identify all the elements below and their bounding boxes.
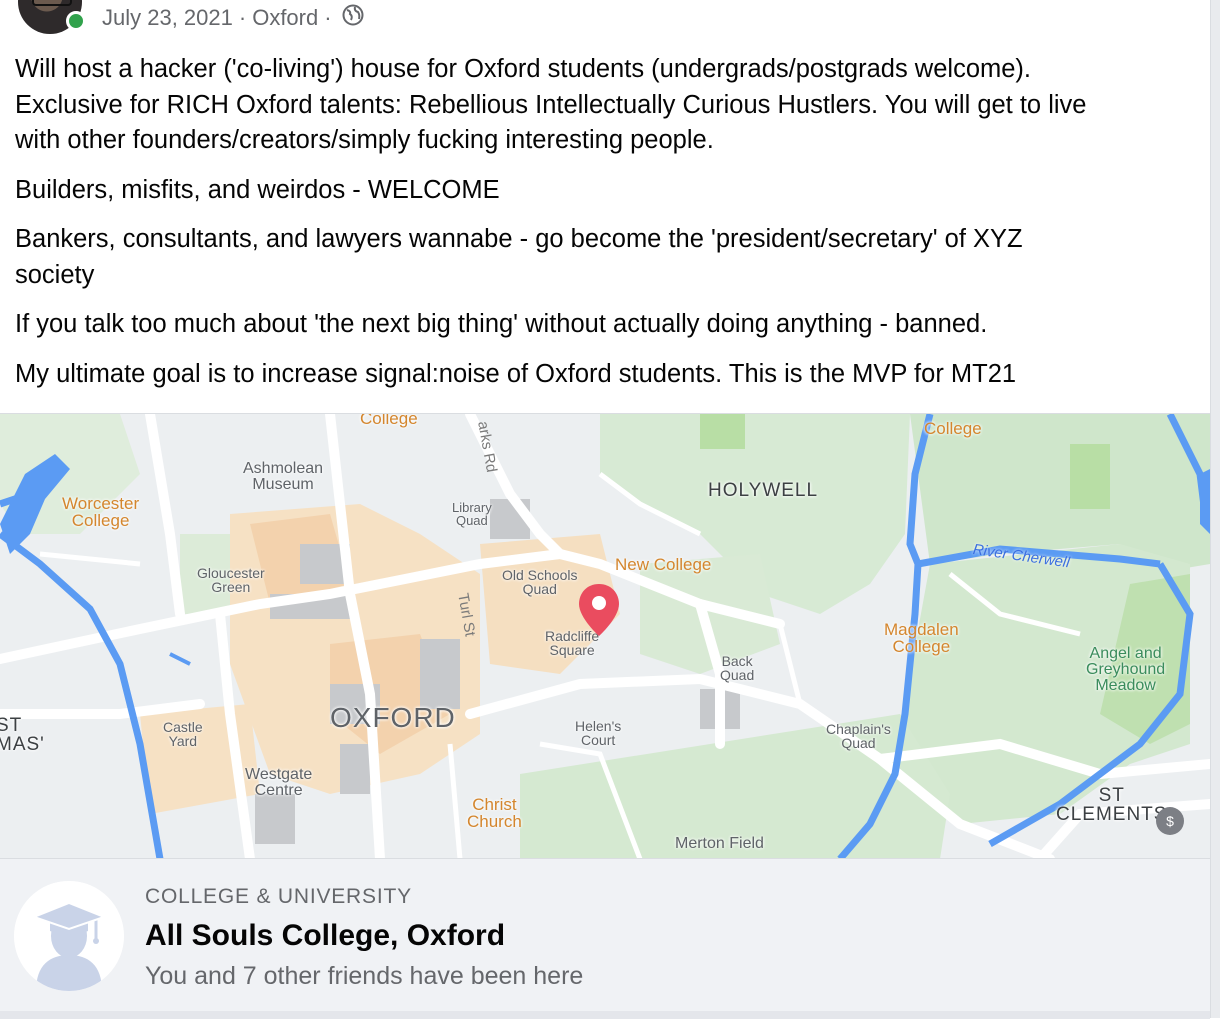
scrollbar-track[interactable] — [1210, 0, 1220, 1018]
map-label: Merton Field — [675, 835, 764, 852]
map-info-icon[interactable]: $ — [1156, 807, 1184, 835]
map-label: New College — [615, 555, 712, 574]
post-paragraph: My ultimate goal is to increase signal:n… — [15, 359, 1017, 388]
post-card: July 23, 2021 · Oxford · Will host a hac… — [0, 0, 1210, 1019]
place-name-link[interactable]: All Souls College, Oxford — [145, 919, 505, 953]
meta-separator: · — [324, 5, 332, 30]
post-body: Will host a hacker ('co-living') house f… — [15, 52, 1195, 406]
place-visits-text: You and 7 other friends have been here — [145, 962, 584, 990]
post-meta: July 23, 2021 · Oxford · — [102, 4, 364, 32]
post-paragraph: Will host a hacker ('co-living') house f… — [15, 55, 1087, 154]
meta-separator: · — [238, 5, 247, 30]
map-label: Worcester College — [62, 494, 140, 530]
location-pin-icon — [576, 582, 622, 638]
map-label: Back Quad — [720, 653, 755, 683]
map-label: Gloucester Green — [197, 565, 265, 595]
map-label: Helen's Court — [575, 718, 622, 748]
map-label: Angel and Greyhound Meadow — [1086, 645, 1166, 694]
post-paragraph: If you talk too much about 'the next big… — [15, 310, 988, 338]
map-label: Westgate Centre — [245, 766, 313, 799]
map-label: Magdalen College — [884, 620, 959, 656]
map-city-label: OXFORD — [330, 702, 456, 733]
map-label: Castle Yard — [163, 719, 203, 749]
map-label: Library Quad — [452, 500, 492, 528]
map-label: Chaplain's Quad — [826, 721, 891, 751]
map-label: Christ Church — [467, 795, 522, 831]
post-paragraph: Builders, misfits, and weirdos - WELCOME — [15, 175, 500, 204]
place-card[interactable]: COLLEGE & UNIVERSITY All Souls College, … — [0, 858, 1210, 1019]
place-category: COLLEGE & UNIVERSITY — [145, 885, 412, 908]
post-date[interactable]: July 23, 2021 — [102, 5, 233, 31]
globe-icon[interactable] — [342, 4, 364, 32]
post-location[interactable]: Oxford — [252, 5, 318, 31]
avatar-glasses — [32, 0, 72, 6]
map-label: Old Schools Quad — [502, 567, 578, 597]
location-map[interactable]: College arks Rd College Ashmolean Museum… — [0, 413, 1210, 859]
post-paragraph: Bankers, consultants, and lawyers wannab… — [15, 225, 1023, 289]
map-label: Ashmolean Museum — [243, 460, 324, 493]
map-label: College — [360, 413, 418, 428]
map-label: College — [924, 419, 982, 438]
graduation-cap-icon — [14, 881, 124, 991]
map-district-label: ST CLEMENTS — [1056, 785, 1168, 825]
map-district-label: HOLYWELL — [708, 480, 819, 501]
map-district-label: ST MAS' — [0, 715, 45, 755]
online-status-icon — [66, 11, 86, 31]
